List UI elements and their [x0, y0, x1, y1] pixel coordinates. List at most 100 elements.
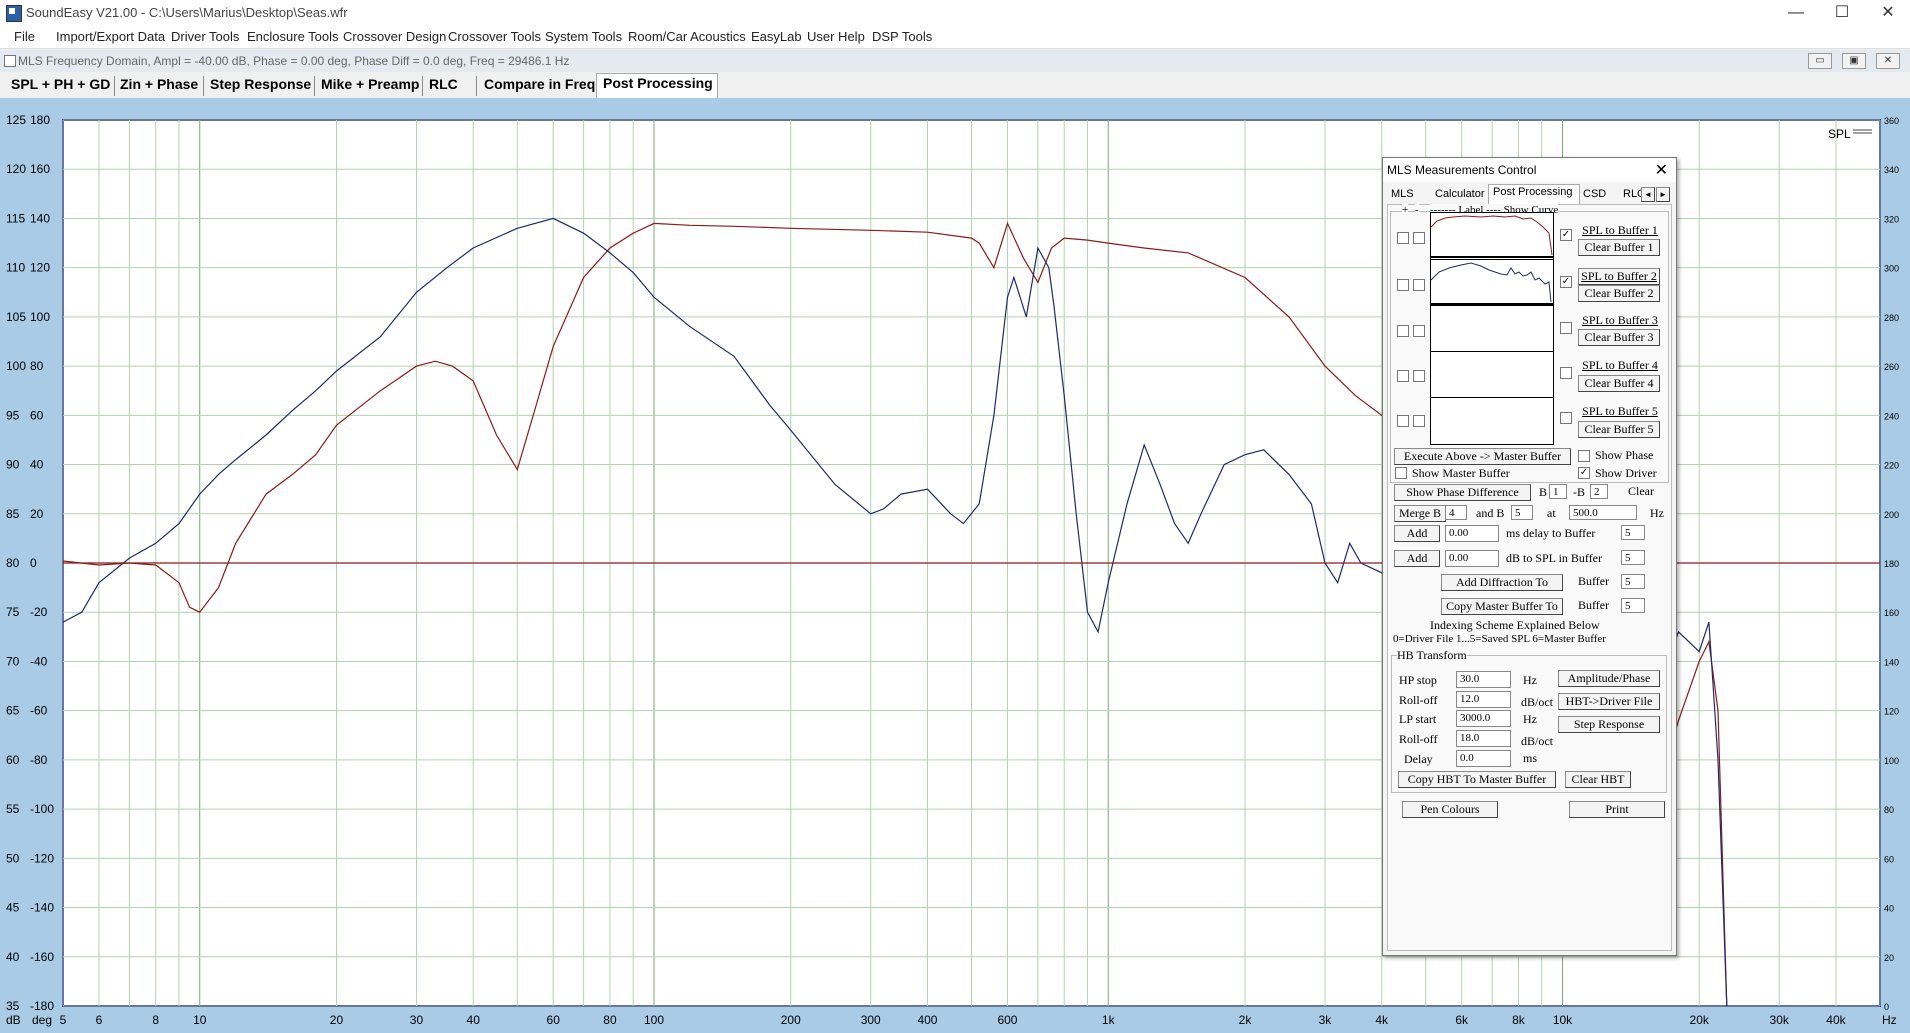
- menu-crossover-design[interactable]: Crossover Design: [343, 29, 446, 44]
- phase-b-input[interactable]: 1: [1549, 484, 1567, 499]
- buffer-5-show-checkbox[interactable]: [1560, 412, 1572, 424]
- buffer-1-show-checkbox[interactable]: ✓: [1560, 229, 1572, 241]
- lp-start-hz-label: Hz: [1523, 712, 1537, 726]
- dialog-tab-post-processing[interactable]: Post Processing: [1493, 186, 1572, 198]
- menu-enclosure-tools[interactable]: Enclosure Tools: [247, 29, 339, 44]
- execute-master-buffer-button[interactable]: Execute Above -> Master Buffer: [1394, 448, 1571, 465]
- buffer-3-show-checkbox[interactable]: [1560, 322, 1572, 334]
- hbt-to-driver-file-button[interactable]: HBT->Driver File: [1558, 693, 1660, 710]
- copy-hbt-to-master-button[interactable]: Copy HBT To Master Buffer: [1398, 771, 1556, 788]
- x-tick-label: 200: [781, 1013, 801, 1027]
- dialog-tab-mls[interactable]: MLS: [1391, 188, 1414, 200]
- menu-file[interactable]: File: [14, 29, 35, 44]
- rolloff-1-input[interactable]: 12.0: [1456, 691, 1511, 708]
- tab-spl-ph-gd[interactable]: SPL + PH + GD: [11, 76, 110, 92]
- pen-colours-button[interactable]: Pen Colours: [1402, 801, 1498, 818]
- dialog-title: MLS Measurements Control: [1387, 163, 1537, 177]
- spl-buffer-input[interactable]: 5: [1621, 550, 1645, 565]
- spl-to-buffer-3-button[interactable]: SPL to Buffer 3: [1578, 313, 1662, 328]
- delay-buffer-input[interactable]: 5: [1621, 525, 1645, 540]
- menu-user-help[interactable]: User Help: [807, 29, 865, 44]
- show-phase-difference-button[interactable]: Show Phase Difference: [1394, 484, 1531, 501]
- menu-system-tools[interactable]: System Tools: [545, 29, 622, 44]
- show-driver-checkbox[interactable]: ✓: [1578, 467, 1590, 479]
- buffer-1-minus-checkbox[interactable]: [1413, 232, 1425, 244]
- close-button[interactable]: ✕: [1866, 2, 1910, 24]
- minimize-button[interactable]: —: [1774, 2, 1818, 24]
- buffer-2-plus-checkbox[interactable]: [1397, 279, 1409, 291]
- tab-mike-preamp[interactable]: Mike + Preamp: [321, 76, 419, 92]
- amplitude-phase-button[interactable]: Amplitude/Phase: [1558, 670, 1660, 687]
- y-right-tick-label: 20: [1884, 953, 1894, 963]
- buffer-2-minus-checkbox[interactable]: [1413, 279, 1425, 291]
- copy-master-buffer-button[interactable]: Copy Master Buffer To: [1441, 598, 1563, 615]
- print-button[interactable]: Print: [1569, 801, 1665, 818]
- menu-import-export[interactable]: Import/Export Data: [56, 29, 165, 44]
- dialog-tab-csd[interactable]: CSD: [1583, 188, 1606, 200]
- add-delay-button[interactable]: Add: [1394, 525, 1440, 542]
- buffer-3-plus-checkbox[interactable]: [1397, 325, 1409, 337]
- add-spl-button[interactable]: Add: [1394, 550, 1440, 567]
- clear-buffer-1-button[interactable]: Clear Buffer 1: [1578, 239, 1660, 256]
- menu-crossover-tools[interactable]: Crossover Tools: [448, 29, 541, 44]
- tab-compare-in-freq[interactable]: Compare in Freq: [484, 76, 595, 92]
- buffer-2-show-checkbox[interactable]: ✓: [1560, 276, 1572, 288]
- maximize-button[interactable]: ☐: [1820, 2, 1864, 24]
- menu-driver-tools[interactable]: Driver Tools: [171, 29, 239, 44]
- clear-phase-diff-button[interactable]: Clear: [1620, 484, 1662, 499]
- show-master-buffer-checkbox[interactable]: [1395, 467, 1407, 479]
- mdi-minimize-button[interactable]: ▭: [1808, 53, 1832, 69]
- hp-stop-input[interactable]: 30.0: [1456, 671, 1511, 688]
- spl-to-buffer-1-button[interactable]: SPL to Buffer 1: [1578, 223, 1662, 238]
- tab-rlc[interactable]: RLC: [429, 76, 458, 92]
- merge-b2-input[interactable]: 5: [1511, 505, 1533, 520]
- show-phase-checkbox[interactable]: [1578, 450, 1590, 462]
- dialog-tab-calculator[interactable]: Calculator: [1435, 188, 1485, 200]
- clear-buffer-2-button[interactable]: Clear Buffer 2: [1578, 285, 1660, 302]
- add-diffraction-button[interactable]: Add Diffraction To: [1441, 574, 1563, 591]
- buffer-5-minus-checkbox[interactable]: [1413, 415, 1425, 427]
- buffer-1-thumbnail: [1430, 212, 1554, 260]
- copy-buffer-input[interactable]: 5: [1621, 598, 1645, 613]
- dialog-close-icon[interactable]: ✕: [1655, 160, 1668, 180]
- hb-delay-input[interactable]: 0.0: [1456, 750, 1511, 767]
- buffer-4-plus-checkbox[interactable]: [1397, 370, 1409, 382]
- delay-value-input[interactable]: 0.00: [1445, 525, 1499, 542]
- menu-room-car-acoustics[interactable]: Room/Car Acoustics: [628, 29, 746, 44]
- tab-scroll-left-icon[interactable]: ◄: [1641, 187, 1655, 202]
- x-tick-label: 6: [96, 1013, 103, 1027]
- clear-buffer-4-button[interactable]: Clear Buffer 4: [1578, 375, 1660, 392]
- buffer-3-minus-checkbox[interactable]: [1413, 325, 1425, 337]
- tab-zin-phase[interactable]: Zin + Phase: [120, 76, 198, 92]
- phase-minus-b-input[interactable]: 2: [1590, 484, 1608, 499]
- mdi-restore-button[interactable]: ▣: [1842, 53, 1866, 69]
- buffer-4-show-checkbox[interactable]: [1560, 367, 1572, 379]
- step-response-button[interactable]: Step Response: [1558, 716, 1660, 733]
- buffer-5-plus-checkbox[interactable]: [1397, 415, 1409, 427]
- mdi-close-button[interactable]: ✕: [1876, 53, 1900, 69]
- tab-post-processing[interactable]: Post Processing: [603, 75, 713, 91]
- tab-step-response[interactable]: Step Response: [210, 76, 311, 92]
- merge-b1-input[interactable]: 4: [1445, 505, 1467, 520]
- spl-to-buffer-4-button[interactable]: SPL to Buffer 4: [1578, 358, 1662, 373]
- spl-to-buffer-2-button[interactable]: SPL to Buffer 2: [1578, 268, 1660, 285]
- menu-easylab[interactable]: EasyLab: [751, 29, 802, 44]
- y-right-tick-label: 240: [1884, 411, 1899, 421]
- lp-start-input[interactable]: 3000.0: [1456, 710, 1511, 727]
- spl-value-input[interactable]: 0.00: [1445, 550, 1499, 567]
- rolloff-2-input[interactable]: 18.0: [1456, 730, 1511, 747]
- clear-hbt-button[interactable]: Clear HBT: [1565, 771, 1631, 788]
- buffer-1-plus-checkbox[interactable]: [1397, 232, 1409, 244]
- clear-buffer-3-button[interactable]: Clear Buffer 3: [1578, 329, 1660, 346]
- clear-buffer-5-button[interactable]: Clear Buffer 5: [1578, 421, 1660, 438]
- y-deg-tick-label: 20: [30, 507, 44, 521]
- buffer-4-minus-checkbox[interactable]: [1413, 370, 1425, 382]
- tab-scroll-right-icon[interactable]: ►: [1656, 187, 1670, 202]
- menu-dsp-tools[interactable]: DSP Tools: [872, 29, 932, 44]
- at-label: at: [1547, 506, 1556, 520]
- diffraction-buffer-input[interactable]: 5: [1621, 574, 1645, 589]
- merge-button[interactable]: Merge B: [1394, 505, 1446, 522]
- spl-to-buffer-5-button[interactable]: SPL to Buffer 5: [1578, 404, 1662, 419]
- y-right-tick-label: 200: [1884, 510, 1899, 520]
- merge-frequency-input[interactable]: 500.0: [1569, 505, 1637, 520]
